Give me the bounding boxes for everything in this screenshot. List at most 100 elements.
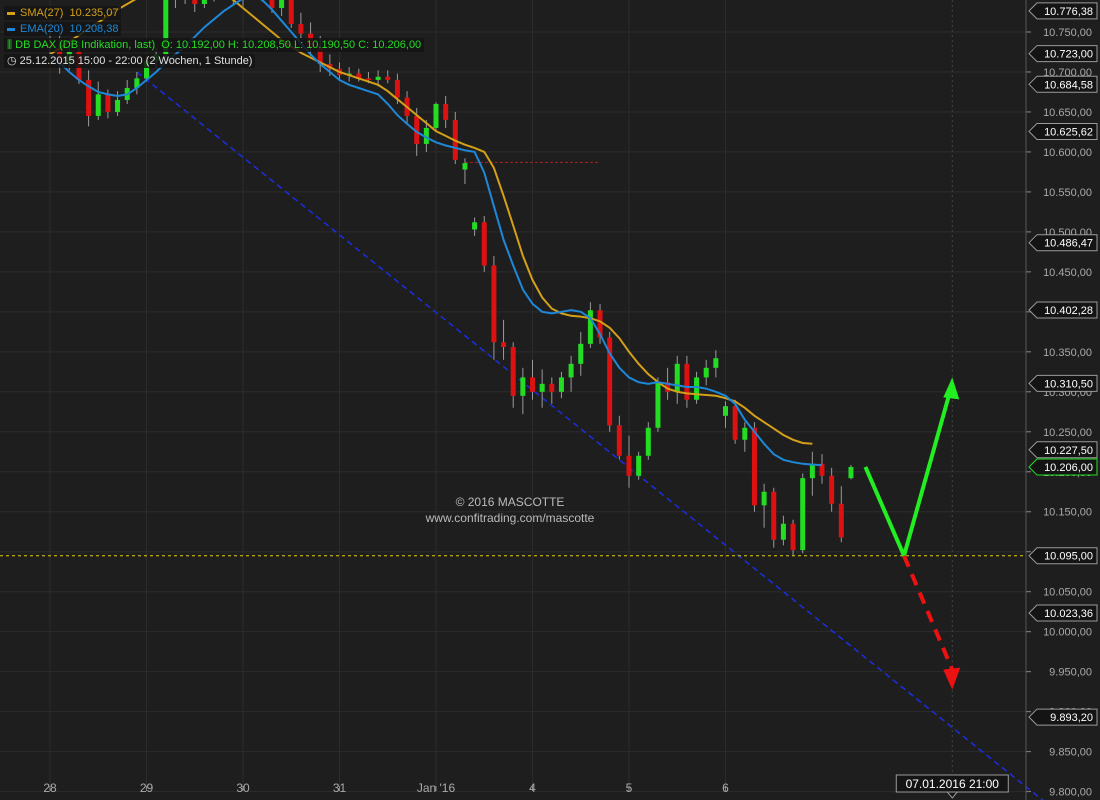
candle-body [520, 377, 526, 396]
ema-swatch [7, 27, 15, 31]
price-marker-label: 10.023,36 [1044, 608, 1093, 620]
legend-instrument: ⫼ DB DAX (DB Indikation, last) O: 10.192… [4, 38, 425, 52]
price-marker-label: 10.684,58 [1044, 79, 1093, 91]
instrument-name: DB DAX (DB Indikation, last) [15, 39, 156, 51]
ema-label: EMA(20) [20, 23, 64, 35]
candle-body [365, 78, 371, 80]
candle-body [655, 382, 661, 428]
candle-body [115, 99, 121, 112]
candle-body [732, 406, 738, 440]
price-marker-label: 10.402,28 [1044, 305, 1093, 317]
price-marker: 9.893,20 [1028, 708, 1098, 726]
candle-body [105, 94, 111, 112]
price-marker-label: 10.486,47 [1044, 238, 1093, 250]
candle-body [713, 358, 719, 368]
x-tick-label: 29 [140, 781, 154, 795]
y-tick-label: 10.250,00 [1043, 427, 1092, 439]
price-chart[interactable]: 9.800,009.850,009.900,009.950,0010.000,0… [0, 0, 1100, 800]
candle-body [578, 343, 584, 364]
x-tick-label: Jan '16 [417, 781, 456, 795]
y-tick-label: 9.800,00 [1049, 787, 1092, 799]
candle-body [742, 427, 748, 440]
x-tick-label: 6 [722, 781, 729, 795]
x-tick-label: 4 [529, 781, 536, 795]
candlestick-icon: ⫼ [7, 39, 13, 51]
chart-background [0, 0, 1100, 800]
y-tick-label: 10.000,00 [1043, 627, 1092, 639]
current-price-marker: 10.206,00 [1028, 458, 1098, 476]
candle-body [549, 383, 555, 392]
ema-value: 10.208,38 [69, 23, 119, 35]
candle-body [501, 342, 507, 348]
y-tick-label: 10.150,00 [1043, 507, 1092, 519]
price-marker-label: 10.310,50 [1044, 378, 1093, 390]
candle-body [809, 463, 815, 479]
price-marker: 10.227,50 [1028, 441, 1098, 459]
candle-body [694, 377, 700, 400]
candle-body [703, 367, 709, 378]
candle-body [279, 0, 285, 8]
y-tick-label: 10.050,00 [1043, 587, 1092, 599]
price-marker-label: 9.893,20 [1050, 712, 1093, 724]
price-marker-label: 10.227,50 [1044, 445, 1093, 457]
candle-body [539, 383, 545, 392]
crosshair-time-label: 07.01.2016 21:00 [906, 777, 1000, 791]
candle-body [481, 222, 487, 266]
price-marker: 10.402,28 [1028, 301, 1098, 319]
sma-swatch [7, 11, 15, 15]
candle-body [298, 23, 304, 34]
legend-ema: EMA(20) 10.208,38 [4, 22, 122, 36]
sma-label: SMA(27) [20, 7, 64, 19]
candle-body [192, 0, 198, 4]
price-marker: 10.776,38 [1028, 2, 1098, 20]
period-label: 25.12.2015 15:00 - 22:00 (2 Wochen, 1 St… [19, 55, 253, 67]
y-tick-label: 9.950,00 [1049, 667, 1092, 679]
y-tick-label: 10.600,00 [1043, 147, 1092, 159]
candle-body [510, 347, 516, 396]
candle-body [636, 455, 642, 476]
y-tick-label: 10.750,00 [1043, 27, 1092, 39]
x-tick-label: 28 [43, 781, 57, 795]
sma-value: 10.235,07 [69, 7, 119, 19]
clock-icon: ◷ [7, 55, 17, 67]
price-marker-label: 10.776,38 [1044, 6, 1093, 18]
candle-body [723, 406, 728, 416]
candle-body [375, 76, 381, 80]
price-marker-label: 10.625,62 [1044, 126, 1093, 138]
x-tick-label: 31 [333, 781, 347, 795]
watermark-copyright: © 2016 MASCOTTE [455, 495, 565, 509]
candle-body [433, 103, 439, 128]
candle-body [443, 103, 449, 120]
price-marker: 10.310,50 [1028, 374, 1098, 392]
candle-body [95, 94, 101, 116]
candle-body [626, 455, 632, 476]
price-marker: 10.095,00 [1028, 547, 1098, 565]
legend-sma: SMA(27) 10.235,07 [4, 6, 122, 20]
candle-body [558, 377, 564, 392]
y-tick-label: 10.350,00 [1043, 347, 1092, 359]
candle-body [530, 377, 535, 392]
x-tick-label: 5 [626, 781, 633, 795]
price-marker: 10.023,36 [1028, 604, 1098, 622]
candle-body [568, 363, 574, 378]
candle-body [491, 265, 497, 343]
candle-body [645, 427, 651, 456]
y-tick-label: 10.650,00 [1043, 107, 1092, 119]
candle-body [674, 363, 680, 392]
price-marker-label: 10.206,00 [1044, 462, 1093, 474]
price-marker: 10.625,62 [1028, 122, 1098, 140]
candle-body [780, 523, 786, 540]
candle-body [472, 222, 478, 230]
candle-body [201, 0, 207, 4]
candle-body [462, 163, 468, 170]
candle-body [616, 425, 622, 456]
candle-body [587, 310, 593, 344]
price-marker: 10.486,47 [1028, 234, 1098, 252]
candle-body [751, 427, 757, 506]
candle-body [385, 76, 391, 80]
candle-body [394, 79, 400, 98]
price-marker-label: 10.723,00 [1044, 49, 1093, 61]
candle-body [848, 466, 854, 479]
y-tick-label: 9.850,00 [1049, 747, 1092, 759]
y-tick-label: 10.550,00 [1043, 187, 1092, 199]
